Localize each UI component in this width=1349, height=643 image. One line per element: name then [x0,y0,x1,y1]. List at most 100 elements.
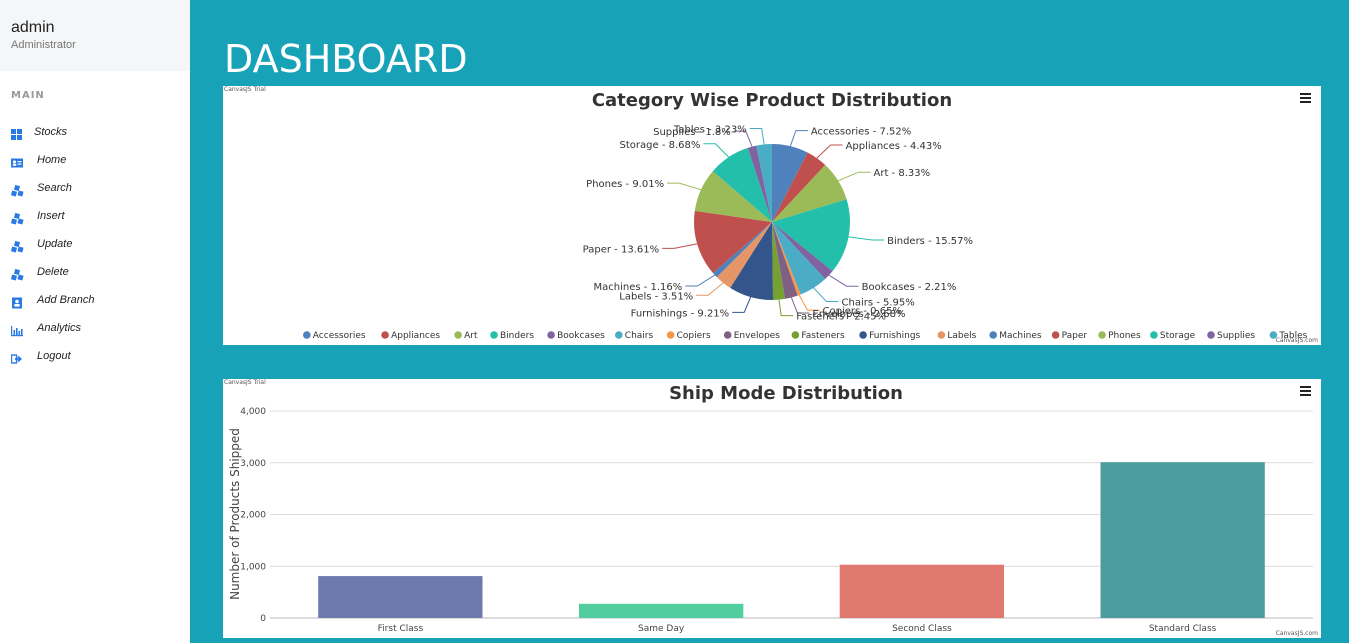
legend-item[interactable]: Storage [1160,331,1196,341]
bar[interactable] [1100,462,1265,618]
legend-marker [1207,331,1215,339]
y-tick-label: 4,000 [240,407,266,417]
legend-item[interactable]: Labels [947,331,976,341]
pie-label-connector [798,294,820,311]
cubes-icon [10,238,24,253]
sidebar-item-home[interactable]: Home [0,146,190,174]
legend-marker [454,331,462,339]
legend-item[interactable]: Accessories [313,331,366,341]
sidebar-item-update[interactable]: Update [0,230,190,258]
chart-menu-icon[interactable] [1300,386,1311,396]
pie-label-connector [813,287,839,302]
bar-chart: Ship Mode Distribution Number of Product… [228,383,1313,634]
trial-watermark: CanvasJS Trial [224,86,266,93]
sidebar-item-search[interactable]: Search [0,174,190,202]
pie-slice-label: Machines - 1.16% [593,282,682,293]
ship-mode-bar-chart-panel: CanvasJS Trial Ship Mode Distribution Nu… [223,379,1321,638]
sidebar-item-label: Home [37,154,67,166]
legend-marker [791,331,800,339]
legend-item[interactable]: Supplies [1217,331,1255,341]
credit-watermark[interactable]: CanvasJS.com [1276,337,1318,344]
sidebar-item-add-branch[interactable]: Add Branch [0,286,190,314]
cubes-icon [10,210,24,225]
y-tick-label: 3,000 [240,459,266,469]
legend-item[interactable]: Binders [500,331,534,341]
pie-label-connector [749,128,765,145]
legend-item[interactable]: Copiers [677,331,711,341]
bar-chart-icon [11,322,23,337]
bar[interactable] [839,564,1004,618]
legend-marker [666,331,675,339]
legend-marker [1051,331,1060,339]
pie-label-connector [778,299,794,317]
legend-item[interactable]: Fasteners [801,331,845,341]
sidebar-item-label: Add Branch [37,294,95,306]
pie-label-connector [703,143,730,158]
legend-item[interactable]: Furnishings [869,331,920,341]
legend-item[interactable]: Bookcases [557,331,605,341]
pie-slice-label: Accessories - 7.52% [811,127,911,138]
sidebar-item-label: Analytics [37,322,82,334]
legend-item[interactable]: Machines [999,331,1042,341]
category-pie-chart-panel: CanvasJS Trial Category Wise Product Dis… [223,86,1321,345]
pie-slice-label: Tables - 3.23% [673,125,747,136]
legend-marker [989,331,997,339]
sidebar-item-insert[interactable]: Insert [0,202,190,230]
legend-item[interactable]: Phones [1108,331,1141,341]
sidebar-item-delete[interactable]: Delete [0,258,190,286]
x-tick-label: First Class [378,624,424,634]
legend-marker [547,331,555,339]
legend-marker [1150,331,1158,339]
pie-slice-label: Art - 8.33% [874,168,931,179]
pie-label-connector [838,171,871,182]
sidebar-item-stocks[interactable]: Stocks [0,118,190,146]
legend-marker [937,331,946,339]
pie-label-connector [685,274,716,287]
cubes-icon [10,182,24,197]
chart-menu-icon[interactable] [1300,93,1311,103]
credit-watermark[interactable]: CanvasJS.com [1276,630,1318,637]
legend-item[interactable]: Chairs [625,331,654,341]
pie-slice-label: Bookcases - 2.21% [862,282,957,293]
legend-marker [490,331,498,339]
sidebar-item-analytics[interactable]: Analytics [0,314,190,342]
sidebar-section-label: MAIN [11,90,45,101]
pie-slice-label: Phones - 9.01% [586,179,664,190]
pie-slice-label: Appliances - 4.43% [846,141,942,152]
y-tick-label: 0 [260,614,266,624]
y-tick-label: 1,000 [240,562,266,572]
sidebar-item-label: Stocks [34,126,68,138]
pie-label-connector [662,243,698,249]
sidebar-item-label: Insert [37,210,65,222]
y-tick-label: 2,000 [240,511,266,521]
pie-label-connector [667,182,702,191]
legend-item[interactable]: Art [464,331,478,341]
pie-slice-label: Storage - 8.68% [620,140,701,151]
pie-label-connector [848,236,885,241]
pie-label-connector [828,274,859,287]
pie-label-connector [696,282,724,296]
legend-marker [615,331,623,339]
bar[interactable] [318,576,483,618]
user-square-icon [11,294,23,309]
chart-title: Category Wise Product Distribution [592,90,952,111]
legend-item[interactable]: Envelopes [734,331,781,341]
legend-marker [723,331,732,339]
trial-watermark: CanvasJS Trial [224,379,266,386]
chart-title: Ship Mode Distribution [669,383,903,404]
sidebar-item-label: Logout [37,350,71,362]
bar[interactable] [579,603,744,618]
pie-label-connector [732,296,752,313]
user-profile: admin Administrator [0,0,190,71]
legend-marker [1098,331,1106,339]
x-tick-label: Standard Class [1149,624,1217,634]
sidebar-item-logout[interactable]: Logout [0,342,190,370]
user-name: admin [11,19,55,36]
pie-chart: Category Wise Product Distribution Acces… [303,90,1308,341]
pie-label-connector [789,130,808,147]
pie-slice-label: Paper - 13.61% [583,244,659,255]
pie-slice-label: Binders - 15.57% [887,236,973,247]
sidebar-item-label: Delete [37,266,69,278]
legend-item[interactable]: Paper [1062,331,1088,341]
legend-item[interactable]: Appliances [391,331,440,341]
